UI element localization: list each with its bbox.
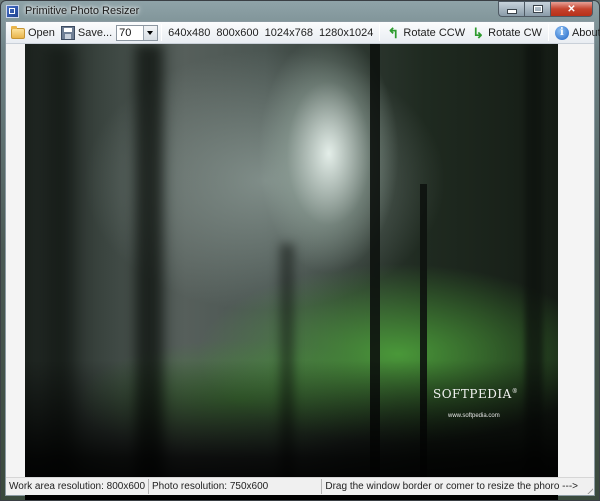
preset-640x480-button[interactable]: 640x480 (165, 23, 213, 42)
preset-label: 1280x1024 (318, 26, 374, 39)
app-icon[interactable] (6, 5, 19, 18)
preset-label: 640x480 (168, 26, 211, 39)
save-button[interactable]: Save... (58, 23, 115, 42)
rotate-cw-arrow-icon: ↳ (472, 24, 484, 41)
status-bar: Work area resolution: 800x600 Photo reso… (6, 477, 594, 495)
preset-1024x768-button[interactable]: 1024x768 (262, 23, 316, 42)
preset-label: 1024x768 (264, 26, 313, 39)
close-button[interactable]: ✕ (550, 1, 593, 17)
info-icon: i (554, 25, 569, 40)
window-title: Primitive Photo Resizer (25, 5, 140, 17)
tree-trunk (280, 244, 294, 500)
resize-hint: Drag the window border or comer to resiz… (321, 479, 594, 494)
app-window: Primitive Photo Resizer ✕ Open Save... 7… (0, 0, 600, 501)
tree-trunk (370, 44, 380, 500)
caption-buttons: ✕ (498, 1, 593, 18)
registered-mark: ® (511, 388, 519, 395)
tree-trunk (525, 44, 543, 500)
title-bar[interactable]: Primitive Photo Resizer ✕ (1, 1, 599, 21)
chevron-down-icon[interactable] (143, 25, 158, 40)
tree-trunk (420, 184, 427, 500)
work-area: SOFTPEDIA® www.softpedia.com (6, 44, 594, 500)
toolbar-separator (379, 24, 381, 41)
about-button[interactable]: i About (552, 23, 600, 42)
quality-value[interactable]: 70 (117, 26, 143, 40)
about-label: About (571, 26, 600, 39)
toolbar-separator (547, 24, 549, 41)
open-button[interactable]: Open (8, 23, 58, 42)
floppy-disk-icon (60, 25, 75, 40)
softpedia-watermark: SOFTPEDIA® (433, 387, 518, 401)
watermark-text: SOFTPEDIA (433, 387, 512, 401)
tree-trunk (135, 44, 163, 500)
open-label: Open (28, 26, 55, 39)
work-area-resolution: Work area resolution: 800x600 (9, 481, 146, 492)
minimize-icon (506, 9, 517, 14)
rotate-cw-button[interactable]: ↳ Rotate CW (468, 23, 545, 42)
preset-800x600-button[interactable]: 800x600 (213, 23, 261, 42)
folder-icon (11, 26, 25, 39)
preset-label: 800x600 (216, 26, 259, 39)
close-icon: ✕ (567, 3, 576, 15)
maximize-button[interactable] (524, 1, 550, 17)
photo-resolution: Photo resolution: 750x600 (148, 479, 271, 494)
rotate-ccw-arrow-icon: ↰ (387, 24, 400, 41)
maximize-icon (532, 5, 543, 13)
rotate-cw-label: Rotate CW (488, 26, 542, 39)
rotate-ccw-button[interactable]: ↰ Rotate CCW (383, 23, 468, 42)
tree-trunk (45, 44, 75, 500)
quality-combobox[interactable]: 70 (116, 24, 159, 41)
photo-preview[interactable]: SOFTPEDIA® www.softpedia.com (25, 44, 558, 500)
save-label: Save... (77, 26, 113, 39)
rotate-ccw-label: Rotate CCW (403, 26, 466, 39)
toolbar-separator (161, 24, 163, 41)
toolbar: Open Save... 70 640x480 800x600 1024x768… (6, 22, 600, 44)
client-area: Open Save... 70 640x480 800x600 1024x768… (5, 21, 600, 500)
minimize-button[interactable] (498, 1, 524, 17)
watermark-url: www.softpedia.com (448, 413, 500, 419)
preset-1280x1024-button[interactable]: 1280x1024 (316, 23, 376, 42)
